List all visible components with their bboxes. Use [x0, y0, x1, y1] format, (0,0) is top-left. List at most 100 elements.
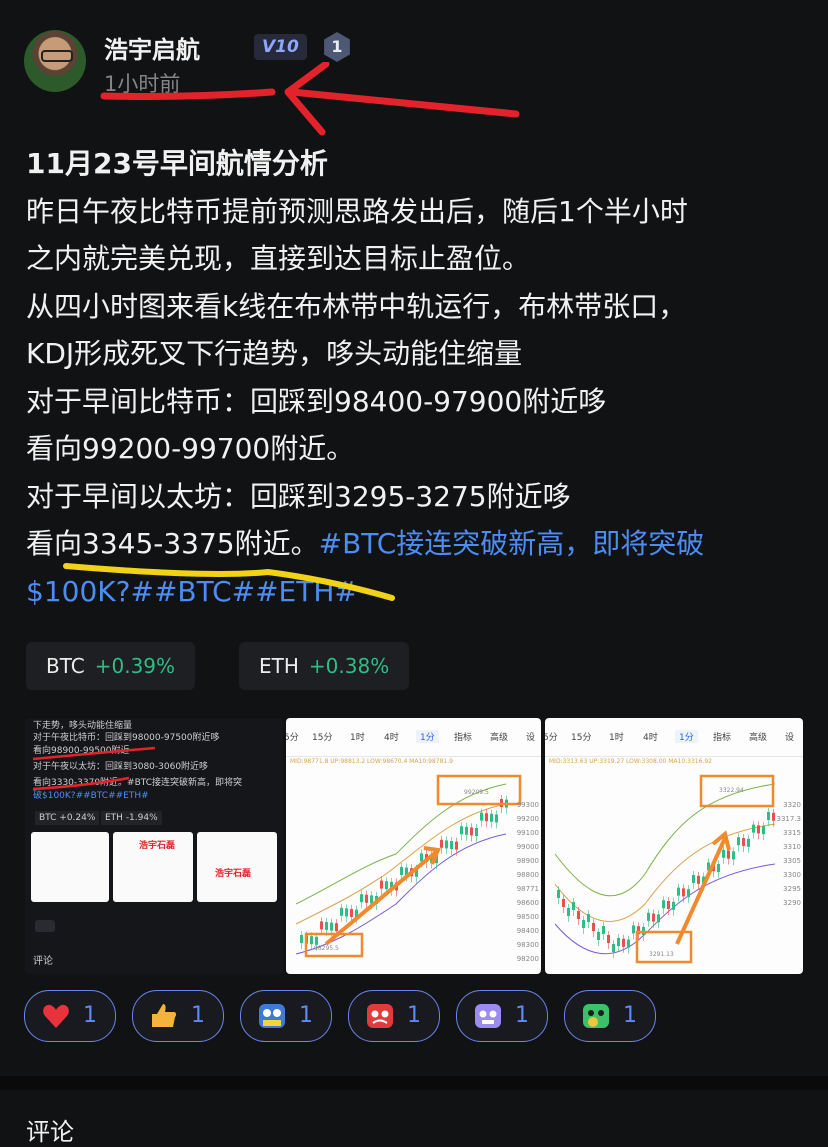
reaction-thumbs-up[interactable]: 1 — [132, 990, 224, 1042]
candle-body — [632, 925, 635, 934]
hodl-face-icon — [259, 1004, 285, 1028]
image-red-underlines — [32, 746, 156, 791]
candle-body — [597, 932, 600, 940]
candle-body — [697, 875, 700, 884]
candle-body — [300, 935, 303, 943]
content-line: 昨日午夜比特币提前预测思路发出后，随后1个半小时 — [26, 194, 688, 228]
content-line: 看向99200-99700附近。 — [26, 432, 355, 465]
yellow-annotation-underline — [63, 563, 395, 601]
high-label: 99209.5 — [464, 789, 489, 796]
candle-body — [607, 935, 610, 943]
tf-15m: 15分 — [571, 733, 592, 743]
image-ticker-btc: BTC +0.24% — [35, 811, 100, 825]
price-tick: 3300 — [783, 871, 801, 879]
ticker-symbol: ETH — [259, 654, 299, 678]
candle-body — [742, 838, 745, 846]
reaction-count: 1 — [623, 1003, 637, 1028]
post-image-2-btc-chart[interactable]: 5分 15分 1时 4时 1分 指标 高级 设 MID:98771.8 UP:9… — [286, 718, 541, 974]
tf-4h: 4时 — [384, 733, 399, 743]
candle-body — [460, 826, 463, 835]
candle-body — [582, 920, 585, 928]
price-tick: 99000 — [516, 843, 539, 851]
green-face-icon — [583, 1004, 609, 1028]
reaction-hodl[interactable]: 1 — [240, 990, 332, 1042]
candle-body — [320, 921, 323, 930]
candle-body — [557, 890, 560, 898]
candle-body — [667, 901, 670, 909]
content-line: 对于早间以太坊：回踩到3295-3275附近哆 — [26, 479, 571, 513]
candle-body — [757, 825, 760, 834]
candle-body — [325, 922, 328, 930]
candle-body — [717, 864, 720, 872]
reaction-count: 1 — [515, 1003, 529, 1028]
candle-body — [385, 881, 388, 890]
timeframe-bar: 5分 15分 1时 4时 1分 指标 高级 设 — [545, 718, 803, 757]
tf-advanced: 高级 — [490, 733, 509, 743]
candle-body — [495, 814, 498, 823]
candle-body — [657, 914, 660, 923]
reaction-purple[interactable]: 1 — [456, 990, 548, 1042]
candle-body — [360, 894, 363, 903]
image-gallery: 下走势，哆头动能住缩量 对于午夜比特币：回踩到98000-97500附近哆 看向… — [25, 718, 803, 974]
heart-icon — [43, 1004, 69, 1028]
reaction-count: 1 — [191, 1003, 205, 1028]
candle-body — [587, 914, 590, 922]
candle-body — [567, 908, 570, 916]
price-tick: 98400 — [516, 927, 539, 935]
tf-1m: 1分 — [675, 730, 698, 743]
reaction-green[interactable]: 1 — [564, 990, 656, 1042]
candle-body — [627, 939, 630, 948]
reaction-angry[interactable]: 1 — [348, 990, 440, 1042]
section-divider — [0, 1076, 828, 1090]
purple-face-icon — [475, 1004, 501, 1028]
reaction-count: 1 — [407, 1003, 421, 1028]
candle-body — [652, 913, 655, 922]
tf-1h: 1时 — [609, 733, 624, 743]
candle-body — [310, 936, 313, 945]
post-image-1[interactable]: 下走势，哆头动能住缩量 对于午夜比特币：回踩到98000-97500附近哆 看向… — [25, 718, 283, 974]
price-tick: 99200 — [516, 815, 539, 823]
candle-body — [365, 894, 368, 903]
content-line: KDJ形成死叉下行趋势，哆头动能住缩量 — [26, 337, 523, 370]
candle-body — [455, 841, 458, 850]
candle-body — [647, 912, 650, 921]
tf-advanced: 高级 — [749, 733, 768, 743]
candle-body — [692, 875, 695, 883]
candle-body — [485, 813, 488, 822]
tf-settings: 设 — [785, 733, 795, 743]
price-tick: 98500 — [516, 913, 539, 921]
ticker-symbol: BTC — [46, 654, 85, 678]
candle-body — [612, 944, 615, 952]
price-tick: 98200 — [516, 955, 539, 963]
candle-body — [370, 895, 373, 904]
candle-body — [617, 938, 620, 946]
price-axis: 3320 3317.3 3315 3310 3305 3300 3295 3290 — [771, 798, 802, 910]
candle-body — [602, 926, 605, 934]
candle-body — [682, 888, 685, 897]
ticker-eth[interactable]: ETH +0.38% — [239, 642, 410, 690]
price-tick: 3305 — [783, 857, 801, 865]
post-image-3-eth-chart[interactable]: 5分 15分 1时 4时 1分 指标 高级 设 MID:3313.63 UP:3… — [545, 718, 803, 974]
price-tick: 98900 — [516, 857, 539, 865]
candle-body — [470, 827, 473, 836]
image-brand: 浩宇石磊 — [139, 841, 176, 851]
candlestick-chart: 3291.13 3322.94 — [554, 774, 776, 964]
high-label: 3322.94 — [719, 787, 744, 794]
image-brand: 浩宇石磊 — [215, 869, 252, 879]
timeframe-bar: 5分 15分 1时 4时 1分 指标 高级 设 — [286, 718, 541, 757]
candle-body — [727, 850, 730, 859]
reaction-heart[interactable]: 1 — [24, 990, 116, 1042]
tf-indicators: 指标 — [713, 733, 732, 743]
reaction-count: 1 — [83, 1003, 97, 1028]
candlestick-chart: 98295.5 99209.5 — [295, 774, 522, 958]
author-name[interactable]: 浩宇启航 — [104, 30, 200, 65]
post-title: 11月23号早间航情分析 — [26, 147, 328, 180]
price-tick: 3315 — [783, 829, 801, 837]
price-tick: 98771 — [516, 885, 539, 893]
level-badge: 1 — [324, 32, 350, 62]
price-tick: 98800 — [516, 871, 539, 879]
candle-body — [440, 839, 443, 848]
candle-body — [350, 909, 353, 917]
ticker-btc[interactable]: BTC +0.39% — [26, 642, 196, 690]
angry-face-icon — [367, 1004, 393, 1028]
